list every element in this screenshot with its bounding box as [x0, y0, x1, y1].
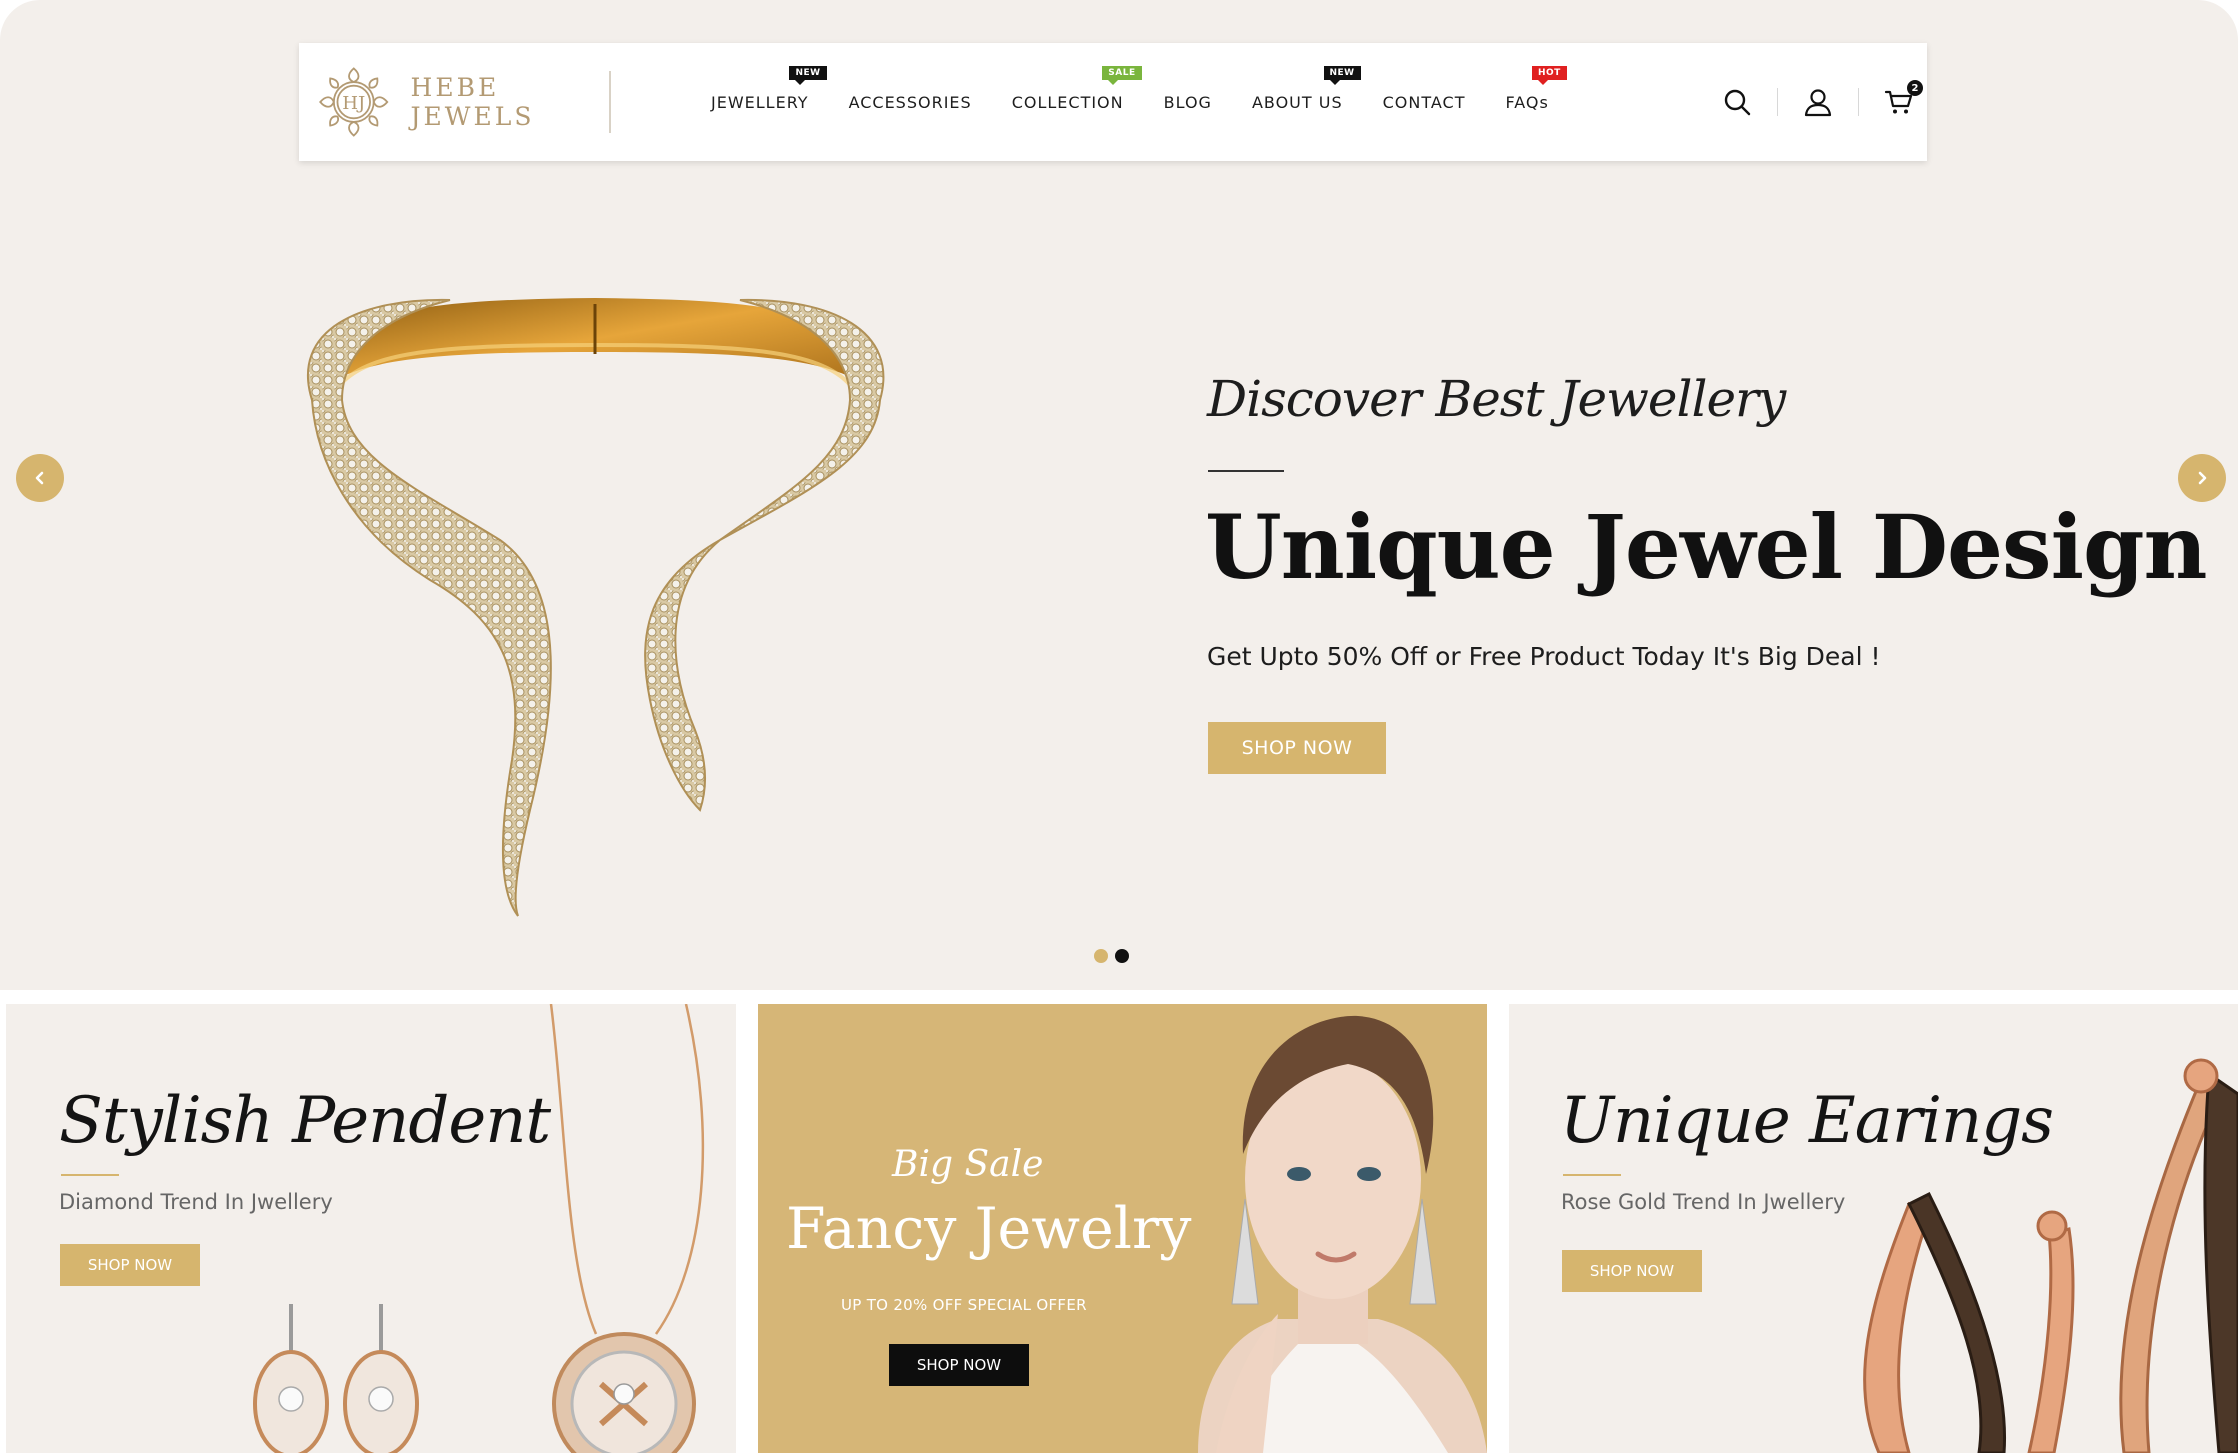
search-button[interactable] — [1719, 84, 1755, 120]
banner-shop-now-button[interactable]: SHOP NOW — [60, 1244, 200, 1286]
necklace-product-image — [306, 298, 885, 917]
nav-label: COLLECTION — [1011, 92, 1124, 112]
pendant-product-image — [253, 1004, 705, 1453]
nav-label: CONTACT — [1382, 92, 1466, 112]
site-header: HJ HEBE JEWELS JEWELLERY NEW ACCESSORIES… — [299, 43, 1927, 161]
nav-label: FAQs — [1505, 92, 1549, 112]
chevron-right-icon — [2198, 471, 2207, 485]
header-actions: 2 — [1719, 43, 1923, 161]
slider-pagination — [1094, 949, 1136, 963]
banner-stylish-pendent[interactable]: Stylish Pendent Diamond Trend In Jweller… — [6, 1004, 736, 1453]
hero-subtitle: Get Upto 50% Off or Free Product Today I… — [1207, 642, 1881, 671]
banner-unique-earings[interactable]: Unique Earings Rose Gold Trend In Jwelle… — [1509, 1004, 2238, 1453]
svg-text:HJ: HJ — [342, 93, 365, 114]
user-icon — [1804, 89, 1832, 117]
hero-title: Unique Jewel Design — [1205, 495, 2208, 599]
banner-divider — [61, 1174, 119, 1176]
logo-mark-icon: HJ — [319, 67, 389, 137]
banner-script-heading: Big Sale — [892, 1144, 1044, 1185]
banner-title: Unique Earings — [1560, 1084, 2054, 1158]
nav-badge-hot: HOT — [1531, 65, 1567, 85]
banner-title: Fancy Jewelry — [786, 1196, 1192, 1262]
icon-divider — [1777, 88, 1778, 116]
slider-dot-1[interactable] — [1094, 949, 1108, 963]
nav-item-jewellery[interactable]: JEWELLERY NEW — [711, 65, 827, 112]
cart-button[interactable]: 2 — [1881, 80, 1923, 120]
nav-badge-new: NEW — [1323, 65, 1361, 85]
nav-label: ABOUT US — [1251, 92, 1343, 112]
hero-slider: HJ HEBE JEWELS JEWELLERY NEW ACCESSORIES… — [0, 0, 2238, 990]
nav-label: JEWELLERY — [711, 92, 809, 112]
brand-logo[interactable]: HJ HEBE JEWELS — [313, 57, 613, 147]
main-nav: JEWELLERY NEW ACCESSORIES COLLECTION SAL… — [711, 43, 1589, 161]
nav-label: ACCESSORIES — [848, 92, 972, 112]
slider-prev-button[interactable] — [16, 454, 64, 502]
search-icon — [1724, 89, 1751, 116]
nav-item-blog[interactable]: BLOG — [1164, 93, 1212, 112]
chevron-left-icon — [35, 471, 44, 485]
brand-name: HEBE JEWELS — [410, 73, 535, 131]
logo-divider — [609, 71, 611, 133]
banner-shop-now-button[interactable]: SHOP NOW — [889, 1344, 1029, 1386]
banner-fancy-jewelry[interactable]: Big Sale Fancy Jewelry UP TO 20% OFF SPE… — [758, 1004, 1487, 1453]
nav-item-contact[interactable]: CONTACT — [1383, 93, 1466, 112]
cart-count-badge: 2 — [1907, 80, 1923, 96]
nav-item-faqs[interactable]: FAQs HOT — [1505, 65, 1567, 112]
hero-script-heading: Discover Best Jewellery — [1207, 370, 1786, 428]
nav-badge-new: NEW — [789, 65, 827, 85]
hero-divider — [1208, 470, 1284, 472]
nav-item-about-us[interactable]: ABOUT US NEW — [1251, 65, 1361, 112]
nav-item-accessories[interactable]: ACCESSORIES — [849, 93, 972, 112]
hero-shop-now-button[interactable]: SHOP NOW — [1208, 722, 1386, 774]
nav-label: BLOG — [1163, 92, 1212, 112]
nav-badge-sale: SALE — [1102, 65, 1142, 85]
earrings-product-image — [1863, 1058, 2238, 1453]
nav-item-collection[interactable]: COLLECTION SALE — [1011, 65, 1142, 112]
banner-offer-text: UP TO 20% OFF SPECIAL OFFER — [841, 1296, 1087, 1314]
account-button[interactable] — [1800, 84, 1836, 120]
banner-subtitle: Rose Gold Trend In Jwellery — [1561, 1190, 1846, 1214]
banner-shop-now-button[interactable]: SHOP NOW — [1562, 1250, 1702, 1292]
icon-divider — [1858, 88, 1859, 116]
banner-title: Stylish Pendent — [59, 1084, 551, 1158]
banner-subtitle: Diamond Trend In Jwellery — [59, 1190, 333, 1214]
slider-dot-2-active[interactable] — [1115, 949, 1129, 963]
banner-divider — [1563, 1174, 1621, 1176]
